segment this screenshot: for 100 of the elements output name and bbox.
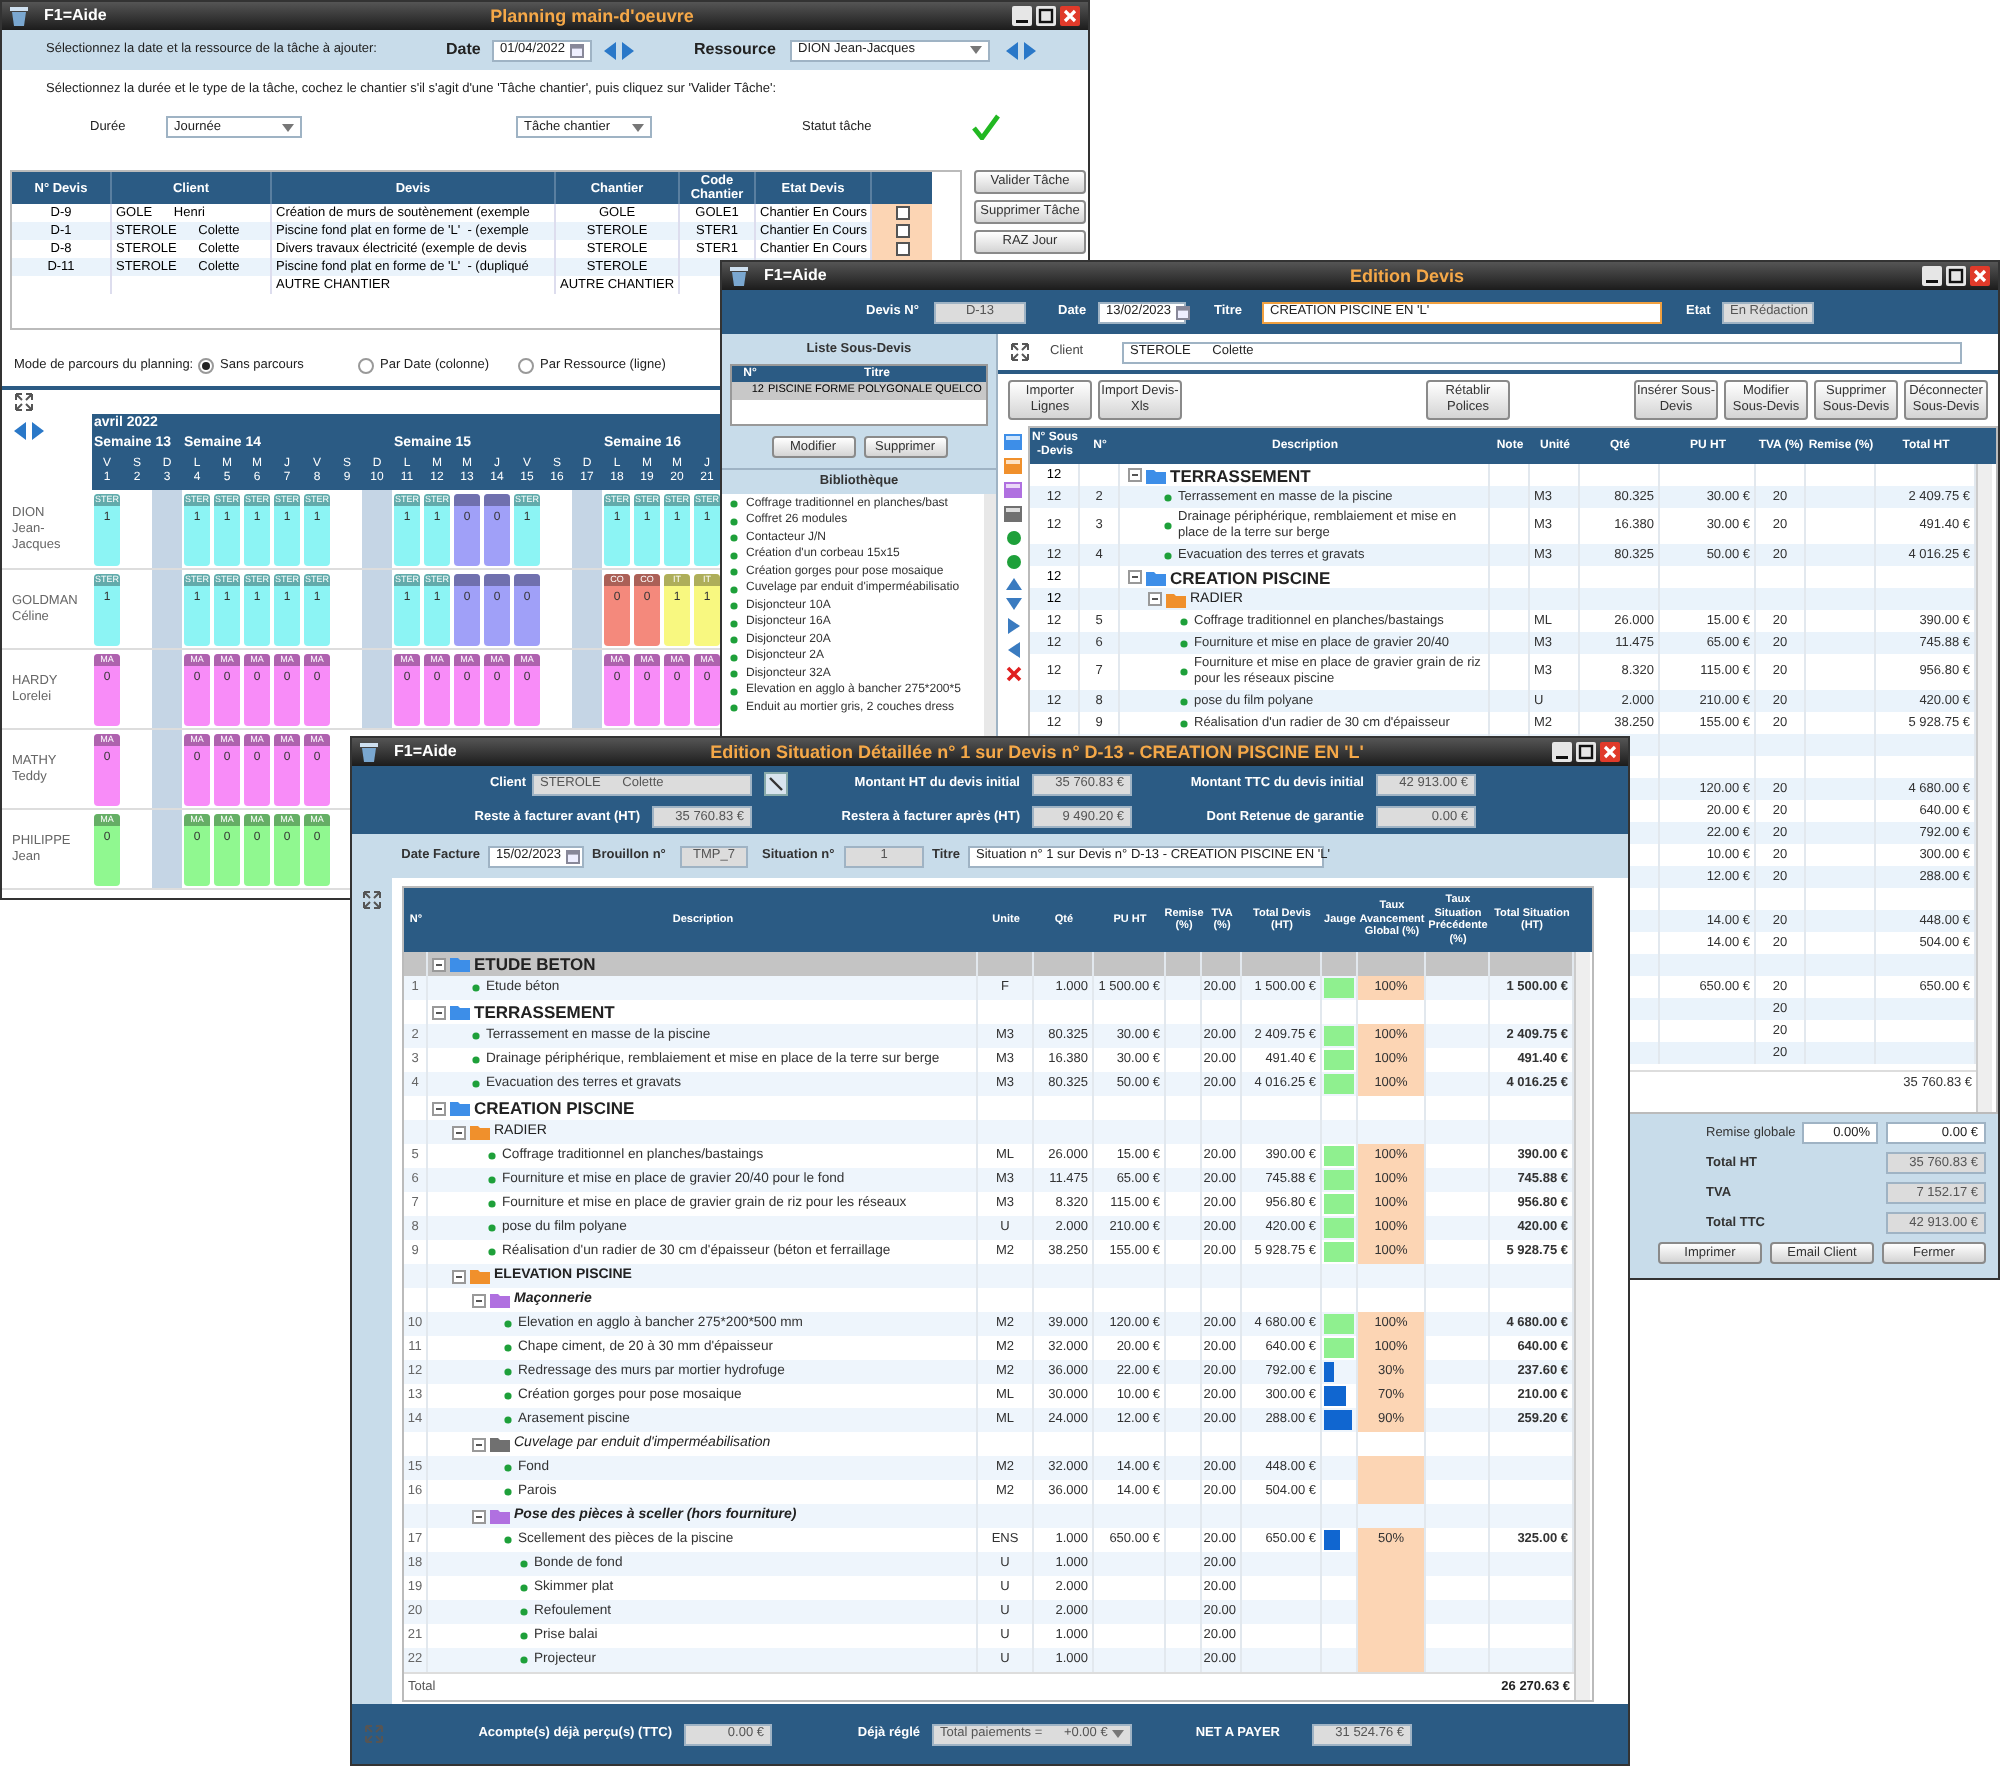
bullet-icon	[472, 984, 480, 992]
expand-icon[interactable]	[1010, 342, 1030, 362]
next-icon[interactable]	[622, 41, 634, 59]
weekend-cell	[362, 570, 392, 648]
maximize-icon[interactable]	[1576, 742, 1596, 762]
next-icon[interactable]	[1024, 41, 1036, 59]
bullet-icon	[1164, 493, 1172, 501]
advance-cell[interactable]	[1358, 1648, 1426, 1672]
collapse-icon[interactable]	[472, 1509, 486, 1523]
calendar-icon	[570, 43, 584, 57]
maximize-icon[interactable]	[1036, 6, 1056, 26]
radio-button[interactable]	[358, 358, 374, 374]
bullet-icon	[472, 1056, 480, 1064]
weekend-cell	[362, 650, 392, 728]
bullet-icon	[504, 1464, 512, 1472]
collapse-icon[interactable]	[452, 1125, 466, 1139]
minimize-icon[interactable]	[1012, 6, 1032, 26]
bullet-icon	[504, 1368, 512, 1376]
next-icon[interactable]	[32, 422, 44, 440]
previous-icon[interactable]	[604, 41, 616, 59]
collapse-icon[interactable]	[432, 1101, 446, 1115]
minimize-icon[interactable]	[1552, 742, 1572, 762]
collapse-icon[interactable]	[1148, 592, 1162, 606]
outdent-icon[interactable]	[1007, 642, 1019, 658]
bullet-icon	[1164, 551, 1172, 559]
weekend-cell	[152, 810, 182, 888]
bullet-icon	[730, 619, 738, 628]
help-shortcut[interactable]: F1=Aide	[44, 6, 184, 26]
bullet-icon	[520, 1608, 528, 1616]
calendar-icon	[565, 849, 580, 863]
level-icon[interactable]	[1004, 482, 1022, 498]
bullet-icon	[1180, 719, 1188, 727]
bullet-icon	[1180, 639, 1188, 647]
weekend-cell	[152, 570, 182, 648]
bullet-icon	[730, 704, 738, 713]
collapse-icon[interactable]	[432, 1005, 446, 1019]
weekend-cell	[572, 570, 602, 648]
bullet-icon	[520, 1656, 528, 1664]
app-icon	[730, 265, 748, 287]
bullet-icon	[504, 1392, 512, 1400]
move-down-icon[interactable]	[1005, 598, 1021, 610]
previous-icon[interactable]	[14, 422, 26, 440]
close-icon[interactable]	[1600, 742, 1620, 762]
advance-cell[interactable]	[1358, 1480, 1426, 1504]
bullet-icon	[504, 1536, 512, 1544]
bullet-icon	[488, 1200, 496, 1208]
minimize-icon[interactable]	[1922, 266, 1942, 286]
maximize-icon[interactable]	[1946, 266, 1966, 286]
weekend-cell	[572, 650, 602, 728]
radio-button[interactable]	[518, 358, 534, 374]
bullet-icon	[730, 517, 738, 526]
expand-icon[interactable]	[362, 890, 382, 910]
bullet-icon	[1180, 617, 1188, 625]
close-icon[interactable]	[1060, 6, 1080, 26]
bullet-icon	[504, 1416, 512, 1424]
move-up-icon[interactable]	[1005, 578, 1021, 590]
bullet-icon	[730, 585, 738, 594]
caret-icon	[970, 46, 982, 54]
app-icon	[360, 741, 378, 763]
bullet-icon	[520, 1560, 528, 1568]
bullet-icon	[730, 500, 738, 509]
app-icon	[10, 5, 28, 27]
group-row[interactable]: ETUDE BETON	[404, 952, 1574, 976]
delete-icon[interactable]	[1005, 666, 1021, 682]
level-icon[interactable]	[1004, 506, 1022, 522]
checkbox[interactable]	[895, 224, 909, 238]
window-title: Planning main-d'oeuvre	[488, 5, 696, 27]
radio-button[interactable]	[198, 358, 214, 374]
window-title: Edition Situation Détaillée n° 1 sur Devis n° D-13 - CREATION PISCINE EN 'L'	[708, 741, 1366, 763]
calendar-icon	[1175, 305, 1190, 319]
window-title: Edition Devis	[1347, 265, 1466, 287]
close-icon[interactable]	[1970, 266, 1990, 286]
bullet-icon	[1180, 697, 1188, 705]
caret-icon	[632, 123, 644, 131]
bullet-icon	[730, 636, 738, 645]
help-shortcut[interactable]: F1=Aide	[764, 266, 904, 286]
edit-icon[interactable]	[764, 772, 788, 796]
collapse-icon[interactable]	[432, 957, 446, 971]
collapse-icon[interactable]	[1128, 468, 1142, 482]
bullet-icon	[730, 653, 738, 662]
bullet-icon	[730, 602, 738, 611]
bullet-icon	[1164, 522, 1172, 530]
bullet-icon	[730, 687, 738, 696]
collapse-icon[interactable]	[452, 1269, 466, 1283]
expand-icon[interactable]	[14, 392, 34, 412]
collapse-icon[interactable]	[472, 1293, 486, 1307]
advance-cell[interactable]	[1358, 1456, 1426, 1480]
checkbox[interactable]	[895, 242, 909, 256]
previous-icon[interactable]	[1006, 41, 1018, 59]
collapse-icon[interactable]	[472, 1437, 486, 1451]
field-label: Date	[446, 42, 483, 58]
checkbox[interactable]	[895, 206, 909, 220]
help-shortcut[interactable]: F1=Aide	[394, 742, 534, 762]
caret-icon	[1112, 1730, 1124, 1738]
indent-icon[interactable]	[1007, 618, 1019, 634]
group-label: CREATION PISCINE	[1170, 567, 1331, 587]
level-icon[interactable]	[1004, 434, 1022, 450]
collapse-icon[interactable]	[1128, 570, 1142, 584]
bullet-icon	[472, 1080, 480, 1088]
weekend-cell	[152, 650, 182, 728]
